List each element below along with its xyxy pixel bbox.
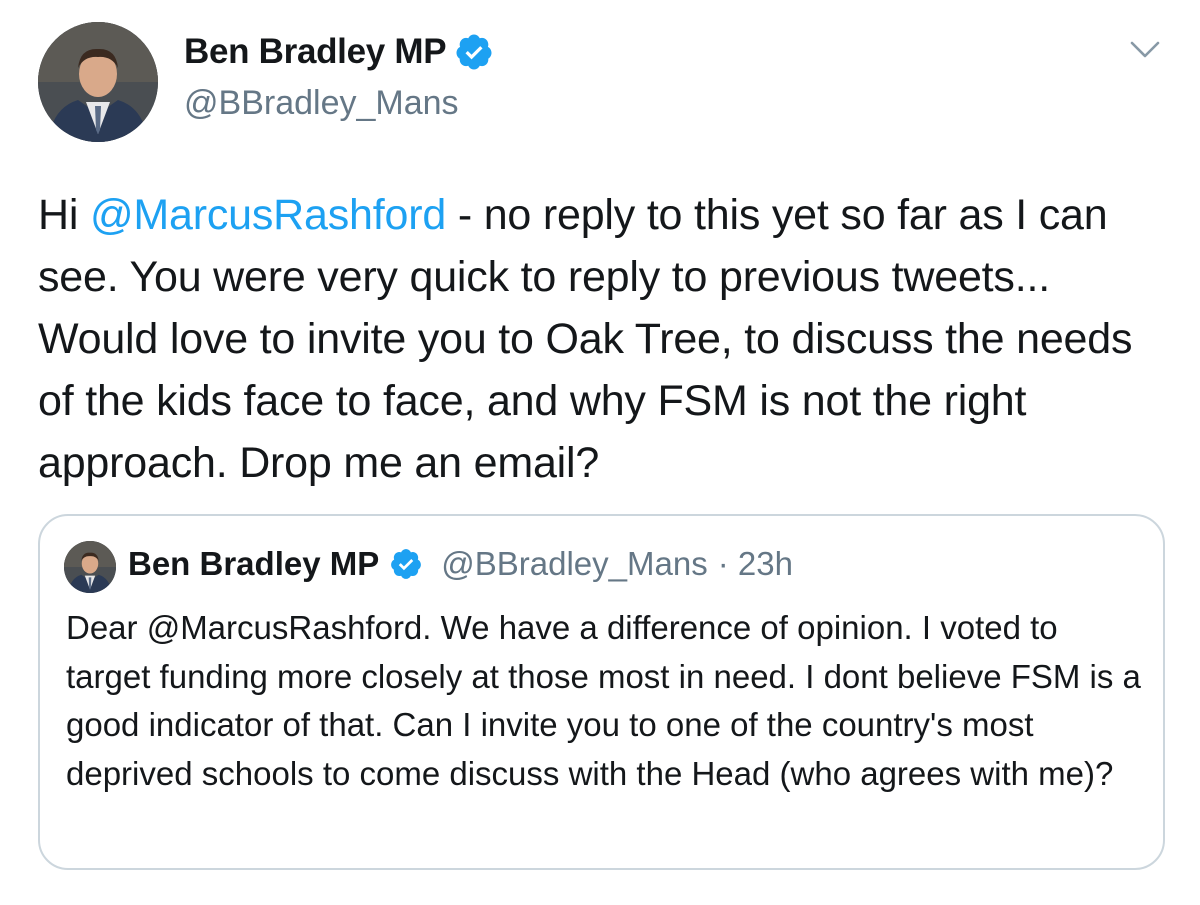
author-handle[interactable]: @BBradley_Mans [184,84,459,123]
quoted-verified-badge-icon [391,549,422,579]
author-name-row[interactable]: Ben Bradley MP [184,32,494,72]
mention-link[interactable]: @MarcusRashford [90,191,446,239]
avatar-image [38,22,158,142]
author-name[interactable]: Ben Bradley MP [184,32,447,72]
tweet-text: Hi @MarcusRashford - no reply to this ye… [38,184,1158,494]
quoted-tweet-header: Ben Bradley MP @BBradley_Mans · 23h [128,545,793,583]
quoted-author-handle[interactable]: @BBradley_Mans [441,545,707,583]
quoted-tweet-timestamp[interactable]: · 23h [718,545,793,583]
author-avatar[interactable] [38,22,158,142]
chevron-down-icon[interactable] [1128,34,1162,64]
quoted-author-name[interactable]: Ben Bradley MP [128,545,379,583]
tweet-text-prefix: Hi [38,191,90,239]
quoted-avatar-image [64,541,116,593]
quoted-author-avatar[interactable] [64,541,116,593]
verified-badge-icon [456,34,492,70]
quoted-tweet-text: Dear @MarcusRashford. We have a differen… [66,609,1141,792]
tweet: Ben Bradley MP @BBradley_Mans Hi @Marcus… [0,0,1200,905]
